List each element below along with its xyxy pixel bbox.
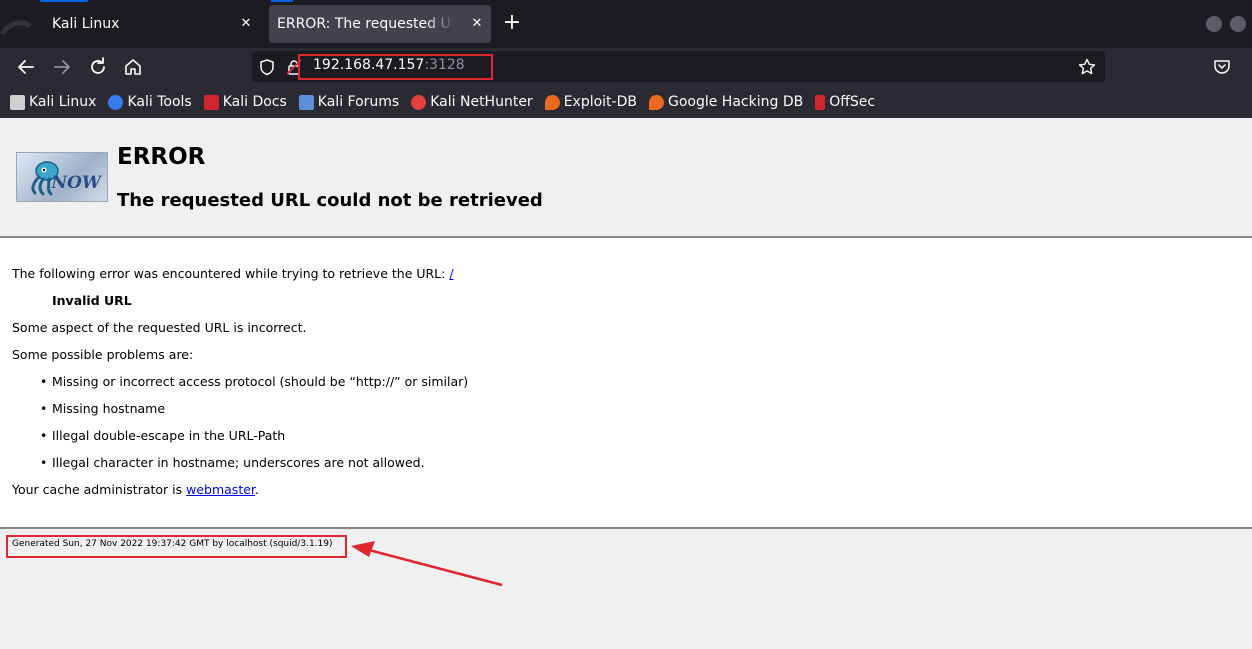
shield-icon[interactable] (258, 58, 276, 76)
new-tab-plus-icon[interactable]: + (500, 12, 524, 36)
intro-line: The following error was encountered whil… (12, 260, 468, 287)
browser-window: Kali Linux ✕ ERROR: The requested URL co… (0, 0, 1252, 649)
back-arrow-icon[interactable] (15, 56, 37, 78)
error-body: The following error was encountered whil… (12, 260, 468, 503)
error-header: NOW ERROR The requested URL could not be… (0, 118, 1252, 238)
bookmark-kali-nethunter[interactable]: Kali NetHunter (411, 94, 533, 110)
problem-text: Illegal character in hostname; underscor… (52, 455, 425, 470)
error-name: Invalid URL (52, 293, 132, 308)
list-item: Missing or incorrect access protocol (sh… (12, 368, 468, 395)
ghdb-icon (648, 94, 664, 110)
tab-indicator-active (271, 0, 293, 2)
tab-error[interactable]: ERROR: The requested URL could not be re… (269, 5, 491, 43)
bookmarks-toolbar: Kali Linux Kali Tools Kali Docs Kali For… (0, 86, 1252, 118)
url-bar[interactable]: 192.168.47.157:3128 (252, 51, 1105, 82)
admin-suffix: . (254, 482, 259, 497)
error-aspect: Some aspect of the requested URL is inco… (12, 320, 307, 335)
close-icon[interactable]: ✕ (469, 16, 485, 32)
bookmark-label: Kali Tools (127, 94, 192, 110)
bookmark-label: Exploit-DB (563, 94, 637, 110)
bookmark-exploit-db[interactable]: Exploit-DB (544, 94, 637, 110)
footer-annotation-box (6, 535, 347, 558)
squid-logo: NOW (16, 152, 108, 202)
tab-kali-linux[interactable]: Kali Linux ✕ (40, 5, 260, 43)
bookmark-kali-tools[interactable]: Kali Tools (108, 94, 192, 110)
list-item: Illegal character in hostname; underscor… (12, 449, 468, 476)
problems-intro: Some possible problems are: (12, 347, 194, 362)
bookmark-label: Kali Linux (29, 94, 97, 110)
forward-arrow-icon[interactable] (51, 56, 73, 78)
reload-icon[interactable] (87, 56, 109, 78)
tab-label: ERROR: The requested URL could not be re… (277, 16, 454, 32)
logo-text: NOW (51, 173, 101, 193)
bookmark-label: OffSec (829, 94, 876, 110)
bookmark-kali-linux[interactable]: Kali Linux (10, 94, 96, 110)
home-icon[interactable] (122, 56, 144, 78)
bookmark-kali-forums[interactable]: Kali Forums (298, 94, 400, 110)
kali-dragon-icon (10, 94, 25, 110)
maximize-icon[interactable] (1230, 16, 1246, 32)
bookmark-label: Kali NetHunter (430, 94, 533, 110)
bookmark-kali-docs[interactable]: Kali Docs (203, 94, 287, 110)
webmaster-link[interactable]: webmaster (186, 482, 255, 497)
problem-text: Missing hostname (52, 401, 166, 416)
page-footer: Generated Sun, 27 Nov 2022 19:37:42 GMT … (0, 527, 1252, 649)
requested-url-link[interactable]: / (449, 266, 453, 281)
pocket-icon[interactable] (1212, 57, 1232, 77)
page-title: ERROR (117, 144, 206, 170)
tab-bar: Kali Linux ✕ ERROR: The requested URL co… (0, 0, 1252, 48)
annotation-arrow-icon (351, 541, 503, 587)
bookmark-label: Kali Forums (317, 94, 400, 110)
minimize-icon[interactable] (1206, 16, 1222, 32)
bookmark-star-icon[interactable] (1077, 57, 1097, 77)
kali-docs-icon (203, 94, 219, 110)
problem-text: Illegal double-escape in the URL-Path (52, 428, 286, 443)
kali-forums-icon (298, 94, 314, 110)
bookmark-label: Kali Docs (222, 94, 287, 110)
tab-label: Kali Linux (52, 16, 120, 32)
tab-indicator (40, 0, 88, 2)
admin-line: Your cache administrator is webmaster. (12, 476, 468, 503)
bookmark-google-hacking-db[interactable]: Google Hacking DB (648, 94, 804, 110)
exploit-db-icon (544, 94, 560, 110)
page-subtitle: The requested URL could not be retrieved (117, 190, 543, 211)
list-item: Missing hostname (12, 395, 468, 422)
list-item: Illegal double-escape in the URL-Path (12, 422, 468, 449)
page-content: NOW ERROR The requested URL could not be… (0, 118, 1252, 649)
offsec-icon (815, 94, 826, 110)
bookmark-offsec[interactable]: OffSec (815, 94, 875, 110)
kali-dragon-icon (0, 20, 32, 36)
kali-tools-icon (108, 94, 124, 110)
bookmark-label: Google Hacking DB (667, 94, 804, 110)
intro-text: The following error was encountered whil… (12, 266, 450, 281)
nethunter-icon (411, 94, 427, 110)
close-icon[interactable]: ✕ (238, 16, 254, 32)
admin-text: Your cache administrator is (12, 482, 187, 497)
url-annotation-box (298, 54, 493, 80)
navigation-toolbar: 192.168.47.157:3128 (0, 48, 1252, 86)
problem-text: Missing or incorrect access protocol (sh… (52, 374, 469, 389)
